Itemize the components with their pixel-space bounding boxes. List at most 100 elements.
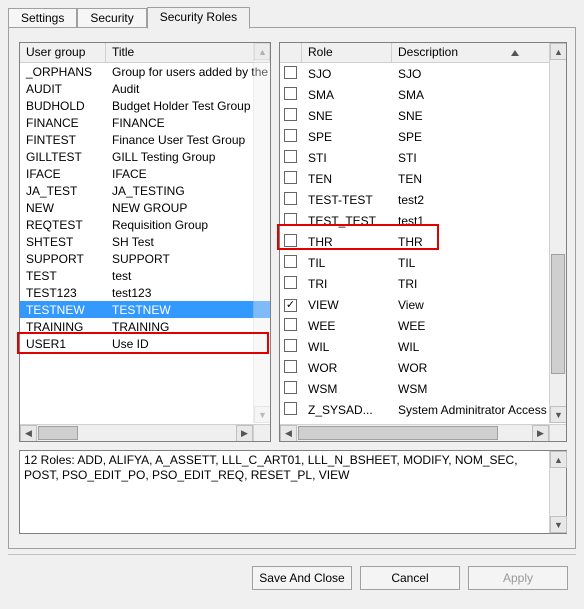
roles-header: Role Description <box>280 43 566 63</box>
role-checkbox[interactable] <box>284 87 297 100</box>
table-row[interactable]: TEST123test123 <box>20 284 270 301</box>
tab-settings[interactable]: Settings <box>8 8 77 28</box>
table-row[interactable]: WEEWEE <box>280 315 566 336</box>
role-checkbox[interactable] <box>284 129 297 142</box>
table-row[interactable]: WORWOR <box>280 357 566 378</box>
chevron-up-icon[interactable]: ▲ <box>550 43 566 60</box>
table-row[interactable]: BUDHOLDBudget Holder Test Group <box>20 97 270 114</box>
cell-user-group: _ORPHANS <box>20 65 106 79</box>
cell-user-group: FINTEST <box>20 133 106 147</box>
table-row[interactable]: TRAININGTRAINING <box>20 318 270 335</box>
cell-title: Budget Holder Test Group <box>106 99 270 113</box>
cell-title: Finance User Test Group <box>106 133 270 147</box>
table-row[interactable]: _ORPHANSGroup for users added by the sys… <box>20 63 270 80</box>
table-row[interactable]: REQTESTRequisition Group <box>20 216 270 233</box>
role-checkbox[interactable] <box>284 213 297 226</box>
table-row[interactable]: SUPPORTSUPPORT <box>20 250 270 267</box>
chevron-left-icon[interactable]: ◀ <box>280 425 297 441</box>
table-row[interactable]: TENTEN <box>280 168 566 189</box>
table-row[interactable]: THRTHR <box>280 231 566 252</box>
cell-user-group: TEST123 <box>20 286 106 300</box>
apply-button[interactable]: Apply <box>468 566 568 590</box>
cancel-button[interactable]: Cancel <box>360 566 460 590</box>
cell-title: IFACE <box>106 167 270 181</box>
role-checkbox[interactable] <box>284 171 297 184</box>
cell-role: THR <box>302 235 392 249</box>
table-row[interactable]: SJOSJO <box>280 63 566 84</box>
tab-security-roles[interactable]: Security Roles <box>147 7 250 29</box>
table-row[interactable]: TEST-TESTtest2 <box>280 189 566 210</box>
table-row[interactable]: VIEWView <box>280 294 566 315</box>
role-checkbox[interactable] <box>284 108 297 121</box>
cell-title: test <box>106 269 270 283</box>
tab-security[interactable]: Security <box>77 8 146 28</box>
table-row[interactable]: TESTNEWTESTNEW <box>20 301 270 318</box>
chevron-left-icon[interactable]: ◀ <box>20 425 37 441</box>
role-checkbox[interactable] <box>284 66 297 79</box>
cell-user-group: NEW <box>20 201 106 215</box>
role-checkbox[interactable] <box>284 192 297 205</box>
cell-description: SNE <box>392 109 566 123</box>
chevron-down-icon[interactable]: ▼ <box>254 406 270 423</box>
table-row[interactable]: AUDITAudit <box>20 80 270 97</box>
chevron-down-icon[interactable]: ▼ <box>550 516 567 533</box>
role-checkbox[interactable] <box>284 318 297 331</box>
table-row[interactable]: Z_SYSAD...System Adminitrator Access <box>280 399 566 420</box>
chevron-up-icon[interactable]: ▲ <box>550 451 567 468</box>
chevron-right-icon[interactable]: ▶ <box>236 425 253 441</box>
table-row[interactable]: NEWNEW GROUP <box>20 199 270 216</box>
vscroll-left[interactable]: ▲ ▼ <box>253 43 270 423</box>
column-title[interactable]: Title <box>106 43 270 62</box>
table-row[interactable]: SNESNE <box>280 105 566 126</box>
table-row[interactable]: TEST_TESTtest1 <box>280 210 566 231</box>
role-checkbox[interactable] <box>284 150 297 163</box>
save-button[interactable]: Save And Close <box>252 566 352 590</box>
column-role[interactable]: Role <box>302 43 392 62</box>
table-row[interactable]: GILLTESTGILL Testing Group <box>20 148 270 165</box>
cell-title: Group for users added by the system <box>106 65 270 79</box>
table-row[interactable]: TESTtest <box>20 267 270 284</box>
table-row[interactable]: FINANCEFINANCE <box>20 114 270 131</box>
cell-role: TIL <box>302 256 392 270</box>
table-row[interactable]: SMASMA <box>280 84 566 105</box>
chevron-down-icon[interactable]: ▼ <box>550 406 566 423</box>
table-row[interactable]: WSMWSM <box>280 378 566 399</box>
user-group-list[interactable]: _ORPHANSGroup for users added by the sys… <box>20 63 270 441</box>
role-checkbox[interactable] <box>284 299 297 312</box>
role-checkbox[interactable] <box>284 255 297 268</box>
table-row[interactable]: SPESPE <box>280 126 566 147</box>
scroll-thumb-v[interactable] <box>551 254 565 374</box>
column-check[interactable] <box>280 43 302 62</box>
table-row[interactable]: WILWIL <box>280 336 566 357</box>
role-checkbox[interactable] <box>284 339 297 352</box>
table-row[interactable]: USER1Use ID <box>20 335 270 352</box>
table-row[interactable]: STISTI <box>280 147 566 168</box>
role-checkbox[interactable] <box>284 360 297 373</box>
cell-title: SH Test <box>106 235 270 249</box>
table-row[interactable]: TILTIL <box>280 252 566 273</box>
sort-asc-icon[interactable] <box>511 50 519 56</box>
scroll-thumb-h[interactable] <box>298 426 498 440</box>
chevron-right-icon[interactable]: ▶ <box>532 425 549 441</box>
column-user-group[interactable]: User group <box>20 43 106 62</box>
role-checkbox[interactable] <box>284 234 297 247</box>
table-row[interactable]: SHTESTSH Test <box>20 233 270 250</box>
roles-list[interactable]: SJOSJOSMASMASNESNESPESPESTISTITENTENTEST… <box>280 63 566 441</box>
scroll-thumb-h[interactable] <box>38 426 78 440</box>
hscroll-right[interactable]: ◀ ▶ <box>280 424 549 441</box>
table-row[interactable]: IFACEIFACE <box>20 165 270 182</box>
cell-title: NEW GROUP <box>106 201 270 215</box>
hscroll-left[interactable]: ◀ ▶ <box>20 424 253 441</box>
vscroll-summary[interactable]: ▲ ▼ <box>549 451 566 533</box>
role-checkbox[interactable] <box>284 381 297 394</box>
table-row[interactable]: JA_TESTJA_TESTING <box>20 182 270 199</box>
cell-description: THR <box>392 235 566 249</box>
vscroll-right[interactable]: ▲ ▼ <box>549 43 566 423</box>
table-row[interactable]: FINTESTFinance User Test Group <box>20 131 270 148</box>
chevron-up-icon[interactable]: ▲ <box>254 43 270 60</box>
column-description[interactable]: Description <box>392 43 566 62</box>
cell-description: TEN <box>392 172 566 186</box>
role-checkbox[interactable] <box>284 276 297 289</box>
table-row[interactable]: TRITRI <box>280 273 566 294</box>
role-checkbox[interactable] <box>284 402 297 415</box>
